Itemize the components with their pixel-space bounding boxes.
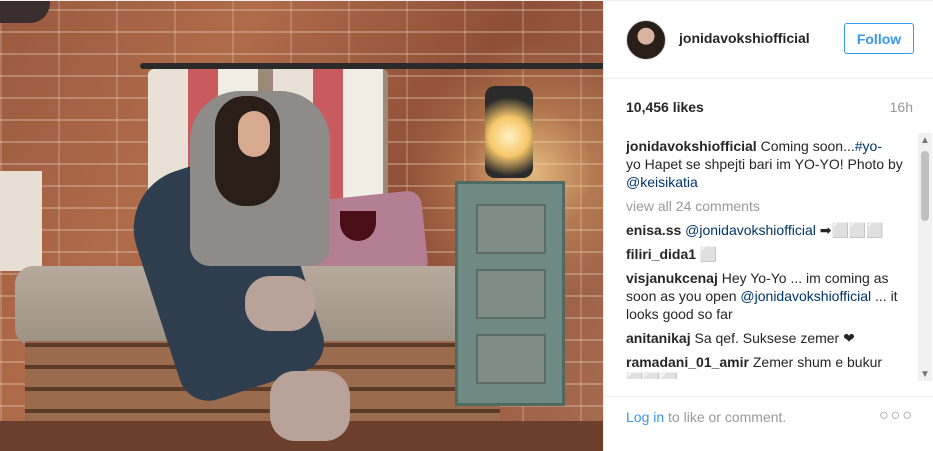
post-footer: Log in to like or comment. ○○○ (604, 396, 933, 451)
post-photo[interactable] (0, 1, 603, 451)
hashtag-link[interactable]: #yo- (855, 138, 882, 154)
comments-scrollbar[interactable]: ▲ ▼ (918, 133, 932, 381)
comment-username[interactable]: visjanukcenaj (626, 270, 718, 286)
profile-avatar-icon[interactable] (626, 20, 666, 60)
wall-frame (0, 171, 42, 271)
cabinet-drawer (476, 269, 546, 319)
comment-text: Sa qef. Suksese zemer ❤ (690, 330, 855, 346)
comment-username[interactable]: enisa.ss (626, 222, 681, 238)
ellipsis-icon[interactable]: ○○○ (879, 407, 914, 425)
login-prompt: Log in to like or comment. (626, 409, 786, 425)
post-sidebar: jonidavokshiofficial Follow 10,456 likes… (603, 1, 933, 451)
scroll-down-icon[interactable]: ▼ (918, 367, 932, 381)
comment-text: ➡⬜⬜⬜ (815, 222, 884, 238)
instagram-post: jonidavokshiofficial Follow 10,456 likes… (0, 0, 933, 451)
scroll-up-icon[interactable]: ▲ (918, 133, 932, 147)
comment-item: ramadani_01_amir Zemer shum e bukur ⬜⬜⬜ (626, 353, 906, 379)
comment-username[interactable]: filiri_dida1 (626, 246, 696, 262)
cabinet-drawer (476, 334, 546, 384)
post-header: jonidavokshiofficial Follow (604, 1, 933, 79)
caption-username[interactable]: jonidavokshiofficial (626, 138, 757, 154)
caption-text: yo Hapet se shpejti bari im YO-YO! Photo… (626, 156, 903, 172)
comment-username[interactable]: ramadani_01_amir (626, 354, 749, 370)
comment-item: anitanikaj Sa qef. Suksese zemer ❤ (626, 329, 906, 347)
mention-link[interactable]: @keisikatia (626, 174, 698, 190)
login-link[interactable]: Log in (626, 409, 664, 425)
comment-text: ⬜ (696, 246, 718, 262)
comments-list: jonidavokshiofficial Coming soon...#yo-y… (626, 137, 906, 379)
post-time[interactable]: 16h (890, 99, 913, 115)
drawer-cabinet (455, 181, 565, 406)
comment-item: enisa.ss @jonidavokshiofficial ➡⬜⬜⬜ (626, 221, 906, 239)
comment-item: visjanukcenaj Hey Yo-Yo ... im coming as… (626, 269, 906, 323)
scrollbar-thumb[interactable] (921, 151, 929, 221)
comment-username[interactable]: anitanikaj (626, 330, 691, 346)
sneaker (270, 371, 350, 441)
person-face (238, 111, 270, 157)
caption-text: Coming soon... (756, 138, 855, 154)
likes-count[interactable]: 10,456 likes (626, 99, 704, 115)
comment-item: filiri_dida1 ⬜ (626, 245, 906, 263)
mention-link[interactable]: @jonidavokshiofficial (685, 222, 816, 238)
caption: jonidavokshiofficial Coming soon...#yo-y… (626, 137, 906, 191)
view-all-comments[interactable]: view all 24 comments (626, 197, 906, 215)
profile-username[interactable]: jonidavokshiofficial (679, 30, 810, 46)
cabinet-drawer (476, 204, 546, 254)
follow-button[interactable]: Follow (844, 23, 914, 54)
mention-link[interactable]: @jonidavokshiofficial (740, 288, 871, 304)
login-suffix: to like or comment. (664, 409, 787, 425)
sneaker (245, 276, 315, 331)
lantern (485, 86, 533, 178)
